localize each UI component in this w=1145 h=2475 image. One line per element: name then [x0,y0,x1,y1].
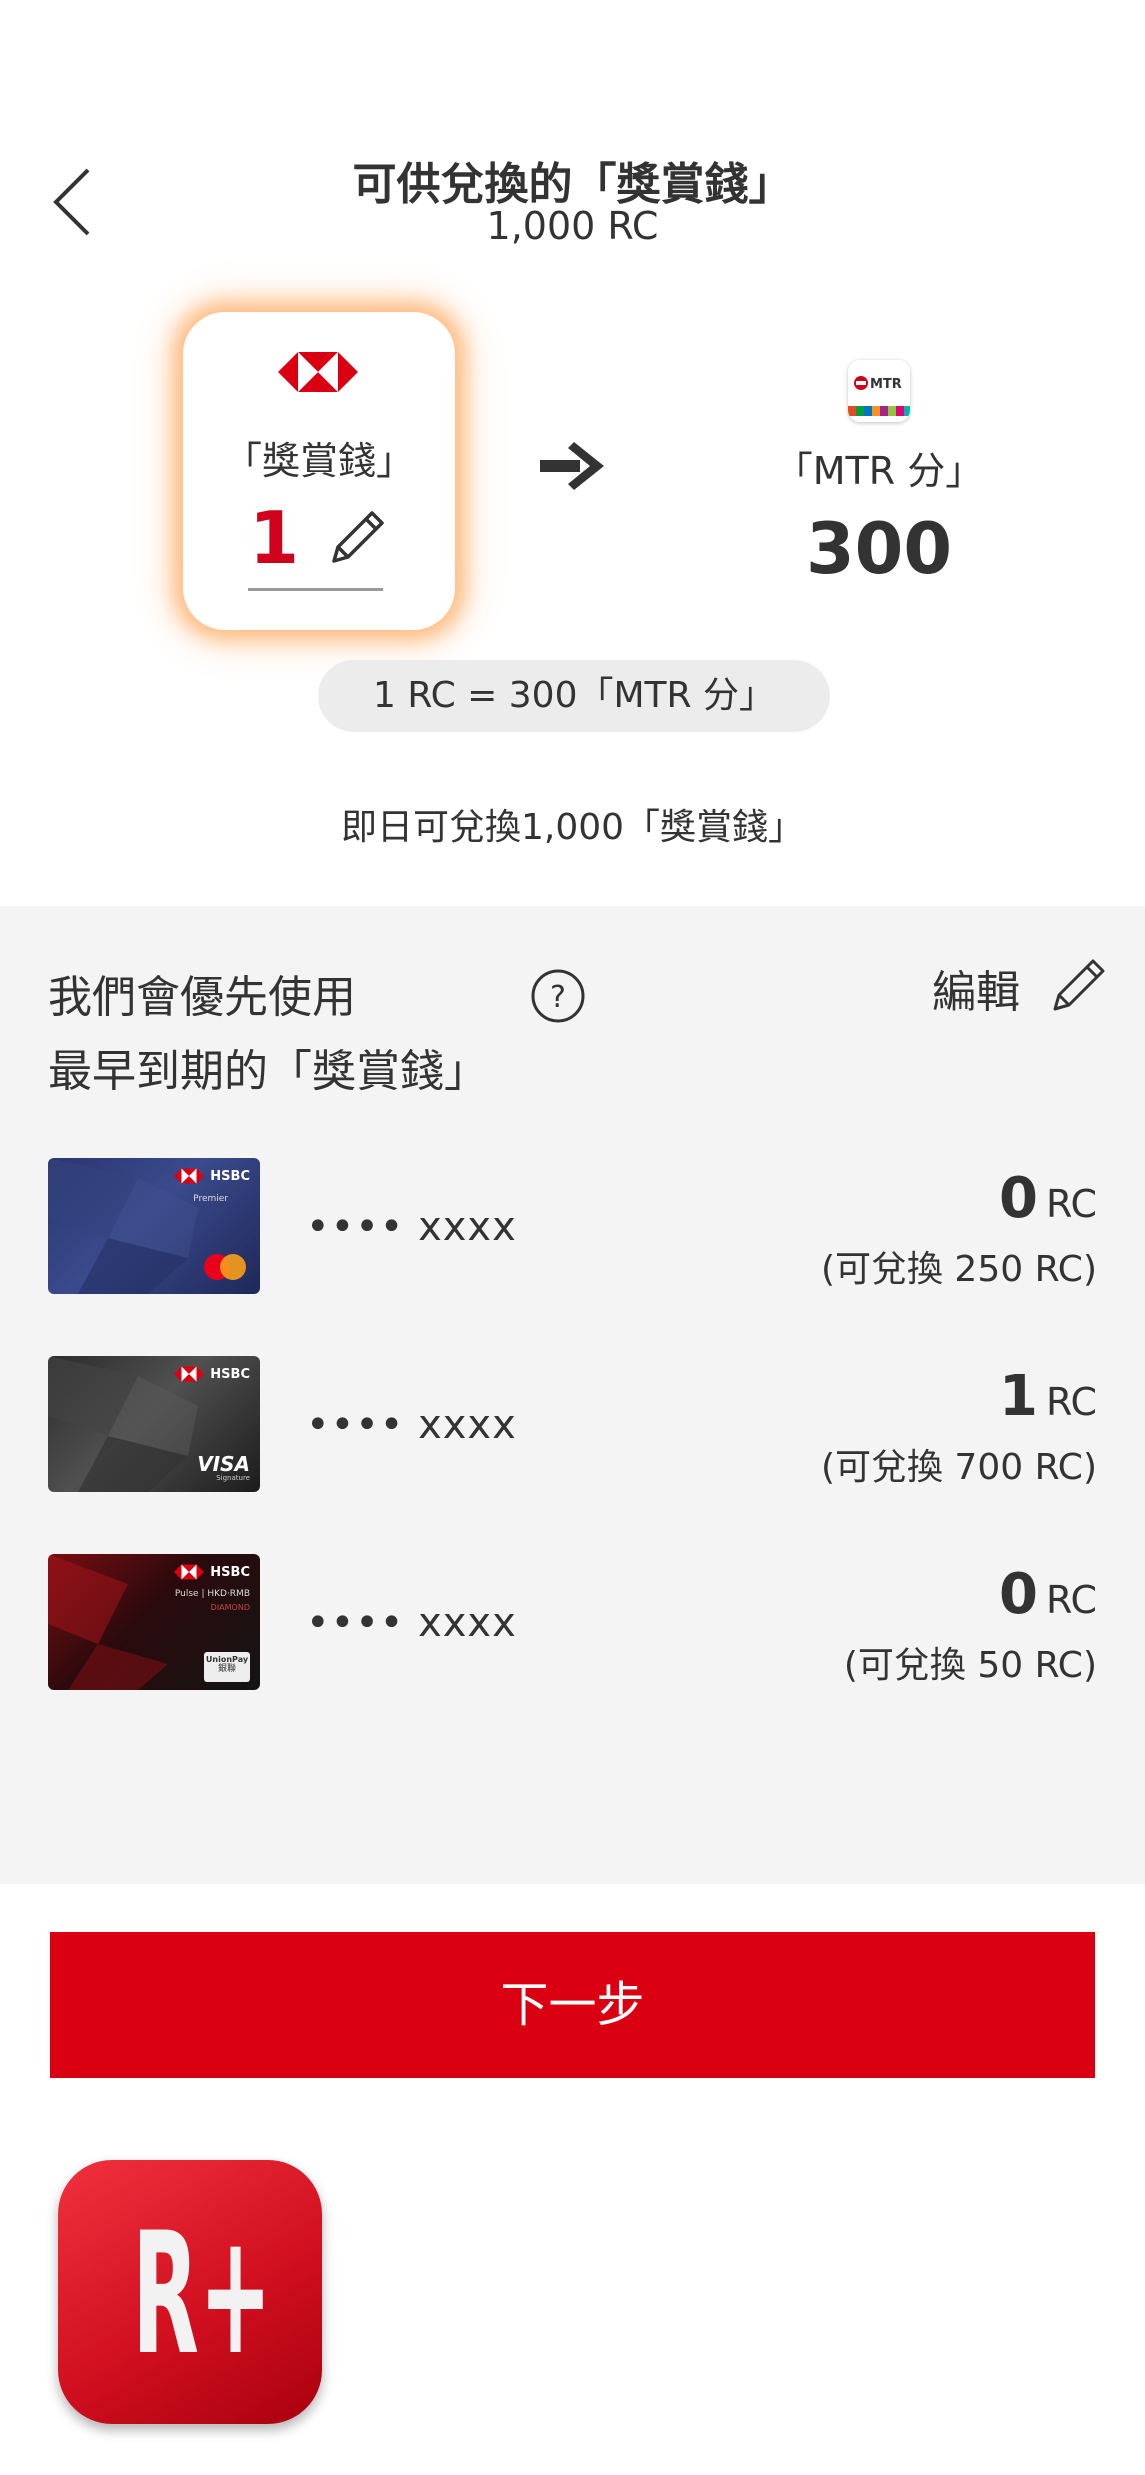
reward-cash-input-card[interactable]: 「獎賞錢」 1 [183,312,455,630]
exchange-rate-badge: 1 RC = 300「MTR 分」 [318,660,830,732]
reward-cash-amount-input[interactable]: 1 [249,502,299,574]
visa-text: VISA [197,1452,250,1476]
input-underline [248,588,383,591]
hsbc-premier-mastercard-card-image: HSBC Premier [48,1158,260,1294]
card-brand-badge: HSBC [174,1564,250,1580]
app-icon-text: R+ [132,2196,272,2392]
card-priority-section: 我們會優先使用 最早到期的「獎賞錢」 ? 編輯 HSBC Premier •••… [0,906,1145,1884]
card-tier-text: Pulse | HKD·RMB DIAMOND [175,1588,250,1614]
redeemable-amount: (可兌換 700 RC) [820,1447,1097,1488]
pencil-edit-icon[interactable] [1050,956,1108,1014]
card-brand-text: HSBC [210,1564,250,1580]
mtr-points-value: 300 [805,508,953,590]
rc-unit: RC [1045,1380,1097,1424]
next-step-button[interactable]: 下一步 [50,1932,1095,2078]
unionpay-sub-text: 銀聯 [217,1663,236,1674]
mtr-logo-text: MTR [870,377,902,392]
unionpay-logo-icon: UnionPay 銀聯 [204,1652,250,1682]
help-question-icon[interactable]: ? [530,968,586,1024]
available-rc-total: 1,000 RC [486,204,659,248]
card-tier-line-2: DIAMOND [210,1602,250,1612]
rc-value: 1 [998,1364,1038,1429]
visa-logo-icon: VISA Signature [197,1454,250,1482]
hsbc-pulse-unionpay-card-image: HSBC Pulse | HKD·RMB DIAMOND UnionPay 銀聯 [48,1554,260,1690]
hsbc-logo-icon [174,1366,205,1382]
redeemable-amount: (可兌換 50 RC) [843,1645,1097,1686]
mastercard-logo-icon [204,1254,246,1280]
rc-unit: RC [1045,1182,1097,1226]
card-row[interactable]: HSBC VISA Signature •••• xxxx 1 RC (可兌換 7… [0,1356,1145,1506]
rc-balance: 1 RC [999,1364,1097,1429]
mtr-logo-icon: MTR [848,360,910,422]
card-brand-badge: HSBC [174,1168,250,1184]
priority-line-1: 我們會優先使用 [48,972,356,1023]
unionpay-text: UnionPay [205,1655,249,1664]
page-title: 可供兌換的「獎賞錢」 [352,159,793,210]
card-row[interactable]: HSBC Pulse | HKD·RMB DIAMOND UnionPay 銀聯… [0,1554,1145,1704]
card-tier-line-1: Pulse | HKD·RMB [174,1589,250,1599]
rc-unit: RC [1045,1578,1097,1622]
hsbc-logo-icon [174,1168,205,1184]
pencil-edit-icon[interactable] [328,507,388,567]
priority-text: 我們會優先使用 最早到期的「獎賞錢」 [48,961,488,1109]
svg-text:?: ? [550,980,566,1015]
to-unit-label: 「MTR 分」 [774,449,984,493]
hsbc-logo-icon [174,1564,205,1580]
rc-balance: 0 RC [999,1562,1097,1627]
instant-redeem-text: 即日可兌換1,000「獎賞錢」 [340,807,805,848]
reward-plus-app-icon[interactable]: R+ [58,2160,322,2424]
masked-card-number: •••• xxxx [306,1402,517,1448]
rc-value: 0 [998,1166,1038,1231]
priority-line-2: 最早到期的「獎賞錢」 [48,1046,488,1097]
right-arrow-icon [540,442,604,490]
rc-balance: 0 RC [999,1166,1097,1231]
card-row[interactable]: HSBC Premier •••• xxxx 0 RC (可兌換 250 RC) [0,1158,1145,1308]
hsbc-logo-icon [278,352,358,392]
edit-priority-button[interactable]: 編輯 [932,956,1020,1020]
masked-card-number: •••• xxxx [306,1204,517,1250]
from-unit-label: 「獎賞錢」 [223,439,414,483]
rc-value: 0 [998,1562,1038,1627]
redeemable-amount: (可兌換 250 RC) [820,1249,1097,1290]
hsbc-visa-signature-card-image: HSBC VISA Signature [48,1356,260,1492]
masked-card-number: •••• xxxx [306,1600,517,1646]
card-brand-text: HSBC [210,1168,250,1184]
card-brand-badge: HSBC [174,1366,250,1382]
card-brand-text: HSBC [210,1366,250,1382]
card-tier-text: Premier [193,1194,228,1204]
